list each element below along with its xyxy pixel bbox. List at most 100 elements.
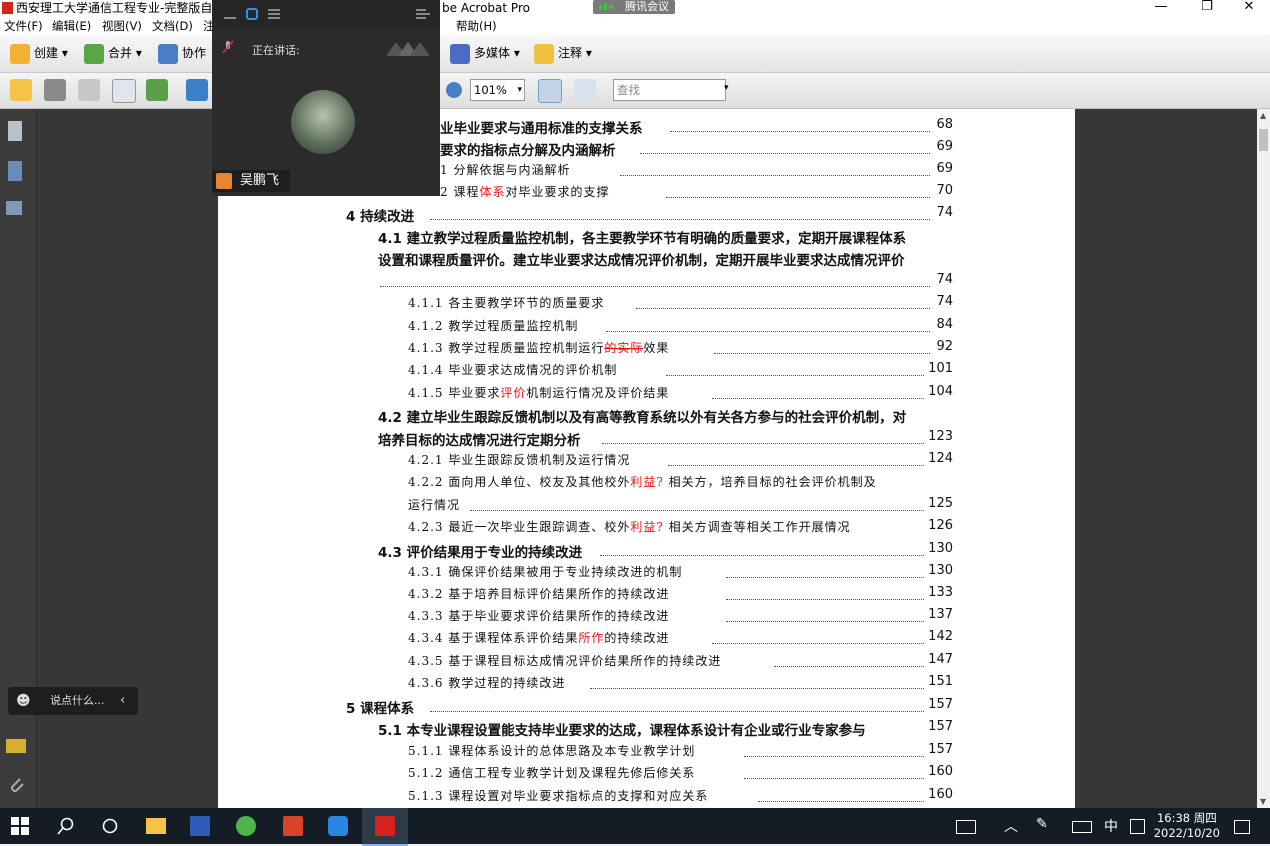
attachments-icon[interactable] [8,775,28,795]
pen-icon[interactable]: ✎ [1036,816,1048,832]
menu-document[interactable]: 文档(D) [152,18,193,34]
toc-entry-page: 74 [934,205,953,220]
toc-entry-text: 2 课程体系对毕业要求的支撑 [440,185,610,199]
toc-entry-page: 157 [926,719,953,734]
menu-help[interactable]: 帮助(H) [456,18,497,34]
minimize-icon[interactable] [224,10,236,20]
toc-entry-page: 125 [926,496,953,511]
scroll-up-icon[interactable]: ▲ [1260,111,1266,120]
full-screen-icon[interactable] [574,79,596,101]
zoom-select[interactable]: 101% ▾ [470,79,525,101]
close-button[interactable]: ✕ [1226,0,1270,16]
file-explorer-icon[interactable] [146,818,166,834]
menu-edit[interactable]: 编辑(E) [52,18,91,34]
email-icon[interactable] [112,79,136,103]
toc-entry-text: 4.1.1 各主要教学环节的质量要求 [408,296,605,310]
open-folder-icon[interactable] [10,79,32,101]
browser-icon[interactable] [236,816,256,836]
toc-entry-text: 4.2.3 最近一次毕业生跟踪调查、校外利益? 相关方调查等相关工作开展情况 [408,520,851,534]
toc-entry-text: 4.1.2 教学过程质量监控机制 [408,319,579,333]
toc-entry-text: 4.2.1 毕业生跟踪反馈机制及运行情况 [408,453,631,467]
acrobat-taskbar-icon [375,816,395,836]
chat-input-pill[interactable]: ☻ 说点什么... ‹ [8,687,138,715]
toc-entry-page: 142 [926,629,953,644]
signatures-icon[interactable] [6,201,22,215]
toc-entry-text: 4.3.4 基于课程体系评价结果所作的持续改进 [408,631,670,645]
comment-button[interactable]: 注释 ▾ [534,42,592,64]
meeting-tag-label: 腾讯会议 [625,0,669,13]
toc-entry-page: 84 [934,317,953,332]
toc-entry-page: 124 [926,451,953,466]
tencent-meeting-icon[interactable] [328,816,348,836]
vertical-scrollbar[interactable]: ▲ ▼ [1257,109,1270,809]
merge-button[interactable]: 合并 ▾ [84,42,142,64]
window-title-bar: 西安理工大学通信工程专业-完整版自评报 be Acrobat Pro 腾讯会议 … [0,0,1270,16]
minimize-button[interactable]: — [1138,0,1184,16]
bookmarks-icon[interactable] [8,161,22,181]
find-dropdown-icon[interactable]: ▾ [724,83,729,93]
pdf-page[interactable]: 业毕业要求与通用标准的支撑关系 68 要求的指标点分解及内涵解析 69 1 分解… [218,109,1075,809]
tencent-meeting-logo-icon [386,42,430,56]
zoom-in-icon[interactable] [446,82,462,98]
web-icon[interactable] [146,79,168,101]
acrobat-taskbar-button[interactable] [362,808,408,846]
merge-icon [84,43,104,64]
maximize-button[interactable]: ❐ [1184,0,1230,16]
pages-icon[interactable] [8,121,22,141]
search-icon[interactable] [56,816,76,836]
toc-entry-page: 160 [926,787,953,802]
collapse-chevron-icon[interactable]: ‹ [120,687,125,715]
toc-entry-text: 4.3.2 基于培养目标评价结果所作的持续改进 [408,587,670,601]
toc-entry-page: 92 [934,339,953,354]
print-icon[interactable] [44,79,66,101]
toc-entry-page: 157 [926,742,953,757]
menu-icon[interactable] [268,9,280,19]
comment-icon [534,43,554,64]
fit-page-icon[interactable] [538,79,562,103]
toc-entry-page: 147 [926,652,953,667]
tray-chevron-icon[interactable]: ︿ [1004,816,1018,836]
expand-icon[interactable] [416,8,430,20]
windows-taskbar: ︿ ✎ 中 16:38 周四 2022/10/20 [0,808,1270,846]
ime-mode-icon[interactable] [1130,819,1145,834]
emoji-icon[interactable]: ☻ [16,687,31,715]
avatar [291,90,355,154]
collab-button[interactable]: 协作 [158,42,206,64]
keyboard-icon[interactable] [1072,821,1092,833]
toc-entry-page: 157 [926,697,953,712]
toc-entry-page: 137 [926,607,953,622]
toc-entry-page: 74 [934,272,953,287]
word-icon[interactable] [190,816,210,836]
toc-entry-text-cont: 培养目标的达成情况进行定期分析 [378,433,581,449]
user-icon [216,173,232,189]
toc-entry-text: 4.3 评价结果用于专业的持续改进 [378,545,583,561]
meeting-panel[interactable]: 正在讲话: 吴鹏飞 [212,0,440,196]
task-view-icon[interactable] [100,816,120,836]
notification-icon[interactable] [1234,820,1250,834]
office-icon[interactable] [283,816,303,836]
menu-file[interactable]: 文件(F) [4,18,43,34]
windows-start-icon[interactable] [10,816,30,836]
multimedia-label: 多媒体 [474,46,511,60]
menu-view[interactable]: 视图(V) [102,18,142,34]
multimedia-button[interactable]: 多媒体 ▾ [450,42,520,64]
toc-entry-page: 123 [926,429,953,444]
display-icon[interactable] [956,820,976,834]
clock-date: 2022/10/20 [1153,826,1220,840]
find-input[interactable]: 查找 [613,79,726,101]
prev-page-icon[interactable] [186,79,208,101]
comments-icon[interactable] [6,739,26,753]
create-button[interactable]: 创建 ▾ [10,42,68,64]
meeting-tag[interactable]: 腾讯会议 [593,0,675,14]
scroll-down-icon[interactable]: ▼ [1260,797,1266,806]
merge-label: 合并 [108,46,133,60]
scroll-thumb[interactable] [1259,129,1268,151]
window-icon[interactable] [246,8,258,20]
toc-entry-page: 133 [926,585,953,600]
toc-entry-page: 101 [926,361,953,376]
clock[interactable]: 16:38 周四 2022/10/20 [1154,811,1220,841]
comment-label: 注释 [558,46,583,60]
save-icon[interactable] [78,79,100,101]
ime-indicator[interactable]: 中 [1104,816,1118,836]
toc-entry-text: 业毕业要求与通用标准的支撑关系 [440,121,643,137]
